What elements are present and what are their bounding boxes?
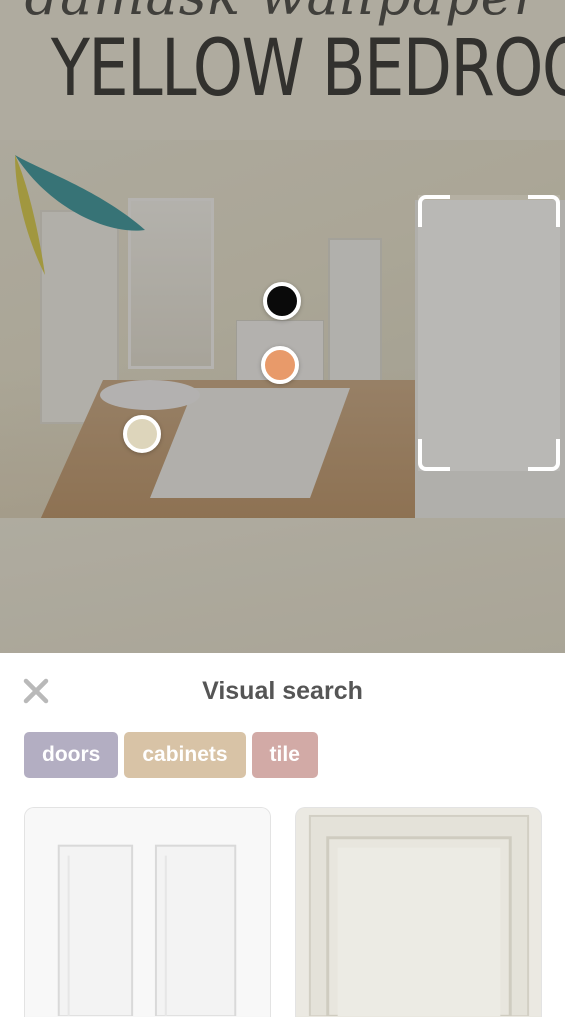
hotspot-black[interactable] <box>263 282 301 320</box>
visual-search-crop-frame[interactable] <box>418 195 560 471</box>
crop-handle-bottom-left[interactable] <box>418 439 450 471</box>
chip-cabinets[interactable]: cabinets <box>124 732 246 778</box>
sheet-title: Visual search <box>202 677 363 705</box>
result-card-cream-door[interactable] <box>295 807 542 1017</box>
crop-handle-bottom-right[interactable] <box>528 439 560 471</box>
white-door-image <box>25 808 270 1017</box>
cream-door-image <box>296 808 541 1017</box>
chip-tile[interactable]: tile <box>251 732 318 778</box>
hotspot-orange[interactable] <box>261 346 299 384</box>
crop-handle-top-left[interactable] <box>418 195 450 227</box>
result-card-white-door[interactable] <box>24 807 271 1017</box>
filter-chips: doors cabinets tile <box>24 732 318 778</box>
chip-doors[interactable]: doors <box>24 732 119 778</box>
crop-handle-top-right[interactable] <box>528 195 560 227</box>
pin-image[interactable]: damask wallpaper YELLOW BEDROOM <box>0 0 565 653</box>
sheet-header: Visual search <box>0 653 565 731</box>
hotspot-beige[interactable] <box>123 415 161 453</box>
visual-search-sheet: Visual search doors cabinets tile <box>0 653 565 1017</box>
